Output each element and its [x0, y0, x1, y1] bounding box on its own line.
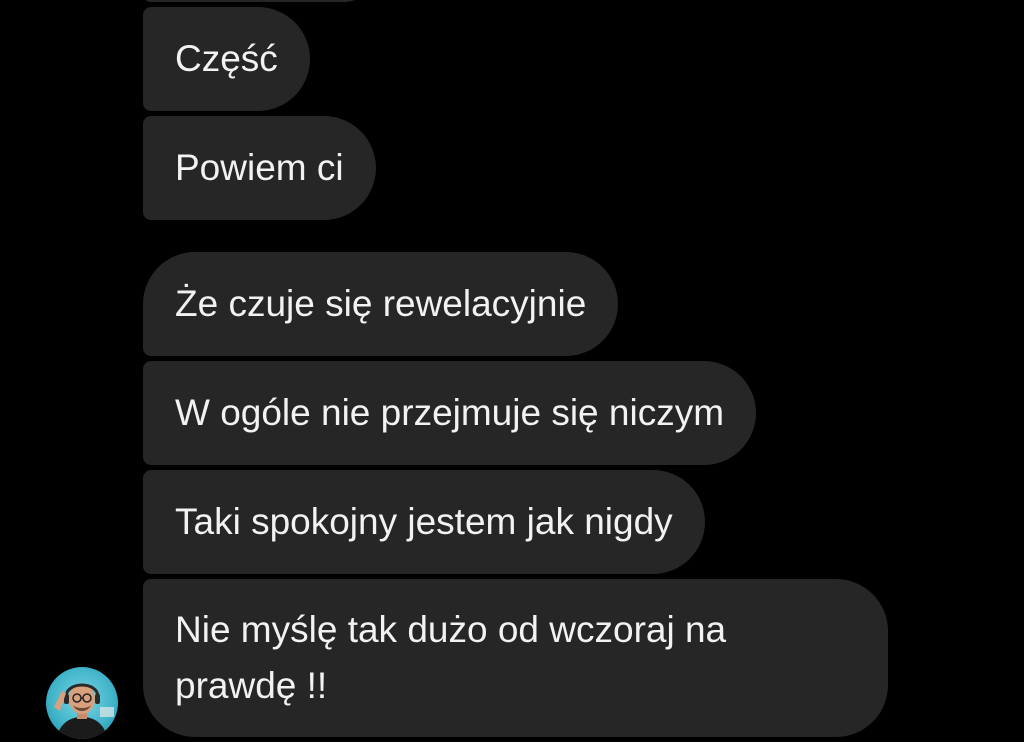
message-text: Że czuje się rewelacyjnie [175, 283, 587, 324]
message-bubble[interactable]: Powiem ci [143, 116, 376, 220]
chat-thread: Część Powiem ci Że czuje się rewelacyjni… [0, 0, 1024, 742]
message-bubble[interactable]: Część [143, 7, 310, 111]
sender-avatar[interactable] [46, 667, 118, 739]
message-text: Taki spokojny jestem jak nigdy [175, 501, 673, 542]
message-text: W ogóle nie przejmuje się niczym [175, 392, 725, 433]
message-bubble[interactable]: Że czuje się rewelacyjnie [143, 252, 619, 356]
message-bubble[interactable]: Nie myślę tak dużo od wczoraj na prawdę … [143, 579, 888, 737]
previous-message-bubble[interactable] [143, 0, 383, 2]
message-bubble[interactable]: Taki spokojny jestem jak nigdy [143, 470, 705, 574]
message-bubble[interactable]: W ogóle nie przejmuje się niczym [143, 361, 757, 465]
message-text: Powiem ci [175, 147, 344, 188]
message-text: Nie myślę tak dużo od wczoraj na prawdę … [175, 609, 727, 706]
user-avatar-photo-icon [54, 683, 114, 739]
message-text: Część [175, 38, 278, 79]
